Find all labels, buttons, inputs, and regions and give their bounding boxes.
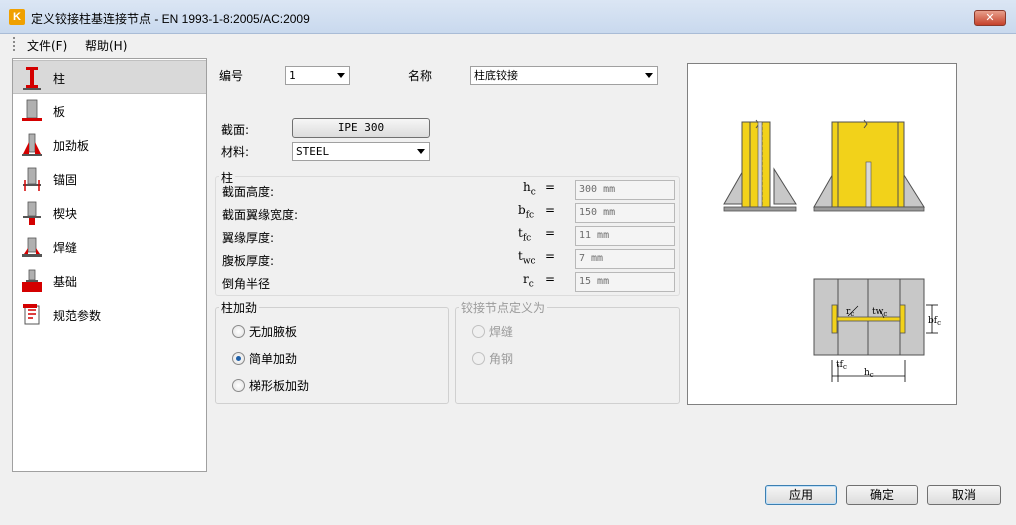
foundation-icon — [22, 269, 42, 292]
property-symbol: bfc — [518, 203, 535, 221]
nav-item-label: 加劲板 — [53, 139, 90, 153]
bfc-label: bfc — [928, 316, 941, 327]
property-label: 腹板厚度: — [222, 254, 275, 268]
nav-item-plate[interactable]: 板 — [13, 94, 206, 128]
equals-sign: = — [545, 180, 556, 194]
property-label: 截面高度: — [222, 185, 275, 199]
code-parameters-icon — [23, 304, 40, 325]
radio-trapezoid-stiffening[interactable] — [232, 379, 245, 392]
property-label: 倒角半径 — [222, 277, 271, 291]
section-height-field: 300 mm — [575, 180, 675, 200]
joint-definition-group-title: 铰接节点定义为 — [459, 299, 548, 316]
menu-file[interactable]: 文件(F) — [27, 37, 67, 54]
radio-no-haunch[interactable] — [232, 325, 245, 338]
radio-label: 无加腋板 — [249, 325, 298, 339]
property-symbol: hc — [523, 180, 536, 198]
nav-item-label: 楔块 — [53, 207, 78, 221]
property-symbol: twc — [518, 249, 536, 267]
menu-grip-icon — [13, 37, 15, 51]
material-label: 材料: — [221, 145, 250, 159]
nav-item-label: 锚固 — [53, 173, 78, 187]
close-button[interactable]: ✕ — [974, 10, 1006, 26]
nav-item-shear-key[interactable]: 楔块 — [13, 196, 206, 230]
root-radius-field: 15 mm — [575, 272, 675, 292]
nav-item-foundation[interactable]: 基础 — [13, 264, 206, 298]
number-label: 编号 — [219, 69, 244, 83]
column-icon — [23, 67, 41, 90]
radio-label: 简单加劲 — [249, 352, 298, 366]
web-thickness-field: 7 mm — [575, 249, 675, 269]
nav-item-weld[interactable]: 焊缝 — [13, 230, 206, 264]
name-value: 柱底铰接 — [474, 69, 518, 82]
nav-item-label: 柱 — [53, 72, 66, 86]
nav-item-label: 板 — [53, 105, 66, 119]
ok-button[interactable]: 确定 — [846, 485, 918, 505]
number-value: 1 — [289, 69, 296, 82]
menu-bar: 文件(F) 帮助(H) — [0, 34, 1016, 56]
material-select[interactable]: STEEL — [292, 142, 430, 161]
equals-sign: = — [545, 249, 556, 263]
nav-item-label: 焊缝 — [53, 241, 78, 255]
menu-help[interactable]: 帮助(H) — [85, 37, 127, 54]
property-label: 翼缘厚度: — [222, 231, 275, 245]
name-label: 名称 — [408, 69, 433, 83]
plate-icon — [22, 99, 42, 121]
preview-panel: rc twc bfc tfc hc — [687, 63, 957, 405]
section-button[interactable]: IPE 300 — [292, 118, 430, 138]
nav-item-stiffener[interactable]: 加劲板 — [13, 128, 206, 162]
stiffener-icon — [22, 133, 42, 156]
title-bar: K 定义铰接柱基连接节点 - EN 1993-1-8:2005/AC:2009 … — [0, 0, 1016, 34]
radio-label: 梯形板加劲 — [249, 379, 310, 393]
stiffening-group-title: 柱加劲 — [219, 299, 260, 316]
chevron-down-icon — [417, 149, 425, 154]
elevation-view-flange — [813, 119, 925, 212]
section-label: 截面: — [221, 123, 250, 137]
nav-item-label: 基础 — [53, 275, 78, 289]
apply-button[interactable]: 应用 — [765, 485, 837, 505]
radio-simple-stiffening[interactable] — [232, 352, 245, 365]
material-value: STEEL — [296, 145, 330, 158]
column-base-diagram: rc twc bfc tfc hc — [723, 119, 941, 382]
window-title: 定义铰接柱基连接节点 - EN 1993-1-8:2005/AC:2009 — [31, 12, 310, 26]
shear-key-icon — [23, 201, 41, 225]
radio-label: 角钢 — [489, 352, 514, 366]
radio-angle[interactable] — [472, 352, 485, 365]
anchor-icon — [23, 167, 41, 191]
equals-sign: = — [545, 272, 556, 286]
number-select[interactable]: 1 — [285, 66, 350, 85]
tfc-label: tfc — [836, 360, 847, 371]
app-logo-icon: K — [9, 9, 25, 25]
flange-width-field: 150 mm — [575, 203, 675, 223]
radio-label: 焊缝 — [489, 325, 514, 339]
nav-item-label: 规范参数 — [53, 309, 102, 323]
nav-item-anchor[interactable]: 锚固 — [13, 162, 206, 196]
equals-sign: = — [545, 203, 556, 217]
elevation-view-web — [723, 119, 797, 212]
name-select[interactable]: 柱底铰接 — [470, 66, 658, 85]
property-label: 截面翼缘宽度: — [222, 208, 299, 222]
property-symbol: tfc — [518, 226, 532, 244]
chevron-down-icon — [645, 73, 653, 78]
radio-weld[interactable] — [472, 325, 485, 338]
cancel-button[interactable]: 取消 — [927, 485, 1001, 505]
weld-icon — [22, 237, 42, 257]
nav-item-column[interactable]: 柱 — [13, 60, 206, 94]
plan-view — [813, 278, 938, 382]
flange-thickness-field: 11 mm — [575, 226, 675, 246]
chevron-down-icon — [337, 73, 345, 78]
property-symbol: rc — [523, 272, 534, 290]
equals-sign: = — [545, 226, 556, 240]
nav-panel: 柱 板 加劲板 锚固 楔块 焊缝 基础 规范参数 — [12, 58, 207, 472]
hc-label: hc — [864, 368, 874, 379]
nav-item-code-parameters[interactable]: 规范参数 — [13, 298, 206, 332]
